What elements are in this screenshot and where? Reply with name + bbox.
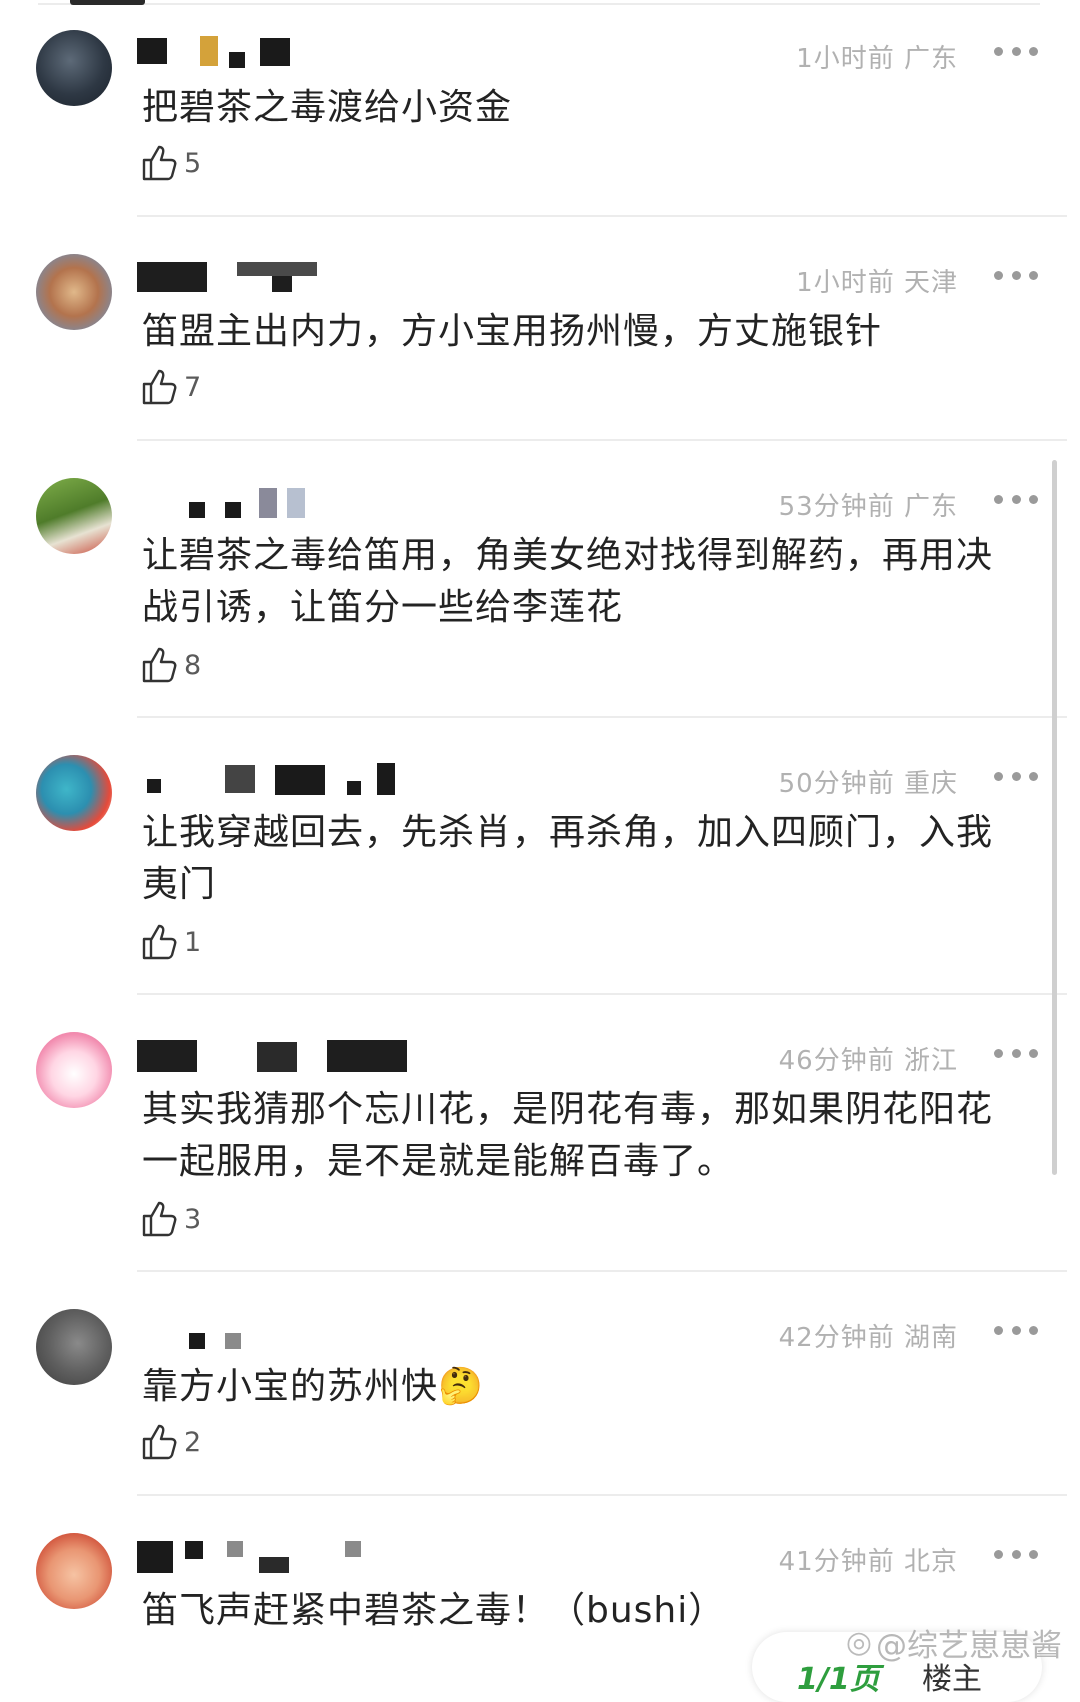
comment-meta: 41分钟前 北京	[779, 1541, 958, 1578]
avatar[interactable]	[36, 1309, 112, 1385]
like-count: 2	[184, 1426, 202, 1458]
more-icon[interactable]	[994, 268, 1038, 282]
comment-meta: 1小时前 天津	[796, 262, 958, 299]
divider	[137, 1270, 1067, 1272]
comment-text: 把碧茶之毒渡给小资金	[142, 87, 513, 128]
divider	[137, 1494, 1067, 1496]
username-pixelated[interactable]	[137, 482, 437, 522]
username-pixelated[interactable]	[137, 258, 437, 298]
like-count: 5	[184, 147, 202, 179]
avatar[interactable]	[36, 1533, 112, 1609]
thumbs-up-icon	[142, 647, 177, 683]
avatar[interactable]	[36, 755, 112, 831]
comment-text: 让碧茶之毒给笛用，角美女绝对找得到解药，再用决战引诱，让笛分一些给李莲花	[142, 535, 994, 628]
username-pixelated[interactable]	[137, 759, 437, 799]
divider	[137, 993, 1067, 995]
watermark-text: @综艺崽崽酱	[876, 1628, 1062, 1664]
comment-meta: 50分钟前 重庆	[779, 763, 958, 800]
like-button[interactable]: 7	[140, 367, 201, 407]
tab-indicator	[70, 0, 145, 5]
weibo-icon: ◎	[845, 1625, 872, 1660]
more-icon[interactable]	[994, 44, 1038, 58]
comment-location: 北京	[903, 1547, 958, 1577]
username-pixelated[interactable]	[137, 1036, 437, 1076]
comment-time: 42分钟前	[778, 1323, 895, 1353]
comment-time: 1小时前	[796, 44, 895, 74]
more-icon[interactable]	[994, 1046, 1038, 1060]
comment-location: 广东	[903, 492, 958, 522]
like-button[interactable]: 8	[140, 645, 201, 685]
comment-time: 1小时前	[796, 268, 895, 298]
more-icon[interactable]	[994, 1547, 1038, 1561]
like-count: 3	[184, 1203, 202, 1235]
more-icon[interactable]	[994, 769, 1038, 783]
thumbs-up-icon	[142, 369, 177, 405]
username-pixelated[interactable]	[137, 1537, 437, 1577]
divider	[137, 439, 1067, 441]
scrollbar[interactable]	[1052, 460, 1057, 1175]
thumbs-up-icon	[142, 924, 177, 960]
comment-time: 46分钟前	[778, 1046, 895, 1076]
username-pixelated[interactable]	[137, 1313, 437, 1353]
like-button[interactable]: 3	[140, 1199, 201, 1239]
comment-time: 41分钟前	[778, 1547, 895, 1577]
comment-text: 笛盟主出内力，方小宝用扬州慢，方丈施银针	[142, 311, 883, 352]
comment-meta: 53分钟前 广东	[779, 486, 958, 523]
divider	[137, 215, 1067, 217]
comment-text: 让我穿越回去，先杀肖，再杀角，加入四顾门，入我夷门	[142, 812, 994, 905]
like-button[interactable]: 1	[140, 922, 201, 962]
thumbs-up-icon	[142, 145, 177, 181]
comment-location: 广东	[903, 44, 958, 74]
more-icon[interactable]	[994, 1323, 1038, 1337]
comment-meta: 42分钟前 湖南	[779, 1317, 958, 1354]
comment-text: 其实我猜那个忘川花，是阴花有毒，那如果阴花阳花一起服用，是不是就是能解百毒了。	[142, 1089, 994, 1182]
watermark: ◎ @综艺崽崽酱	[846, 1620, 1062, 1665]
thumbs-up-icon	[142, 1201, 177, 1237]
comment-meta: 1小时前 广东	[796, 38, 958, 75]
top-divider	[38, 3, 1040, 5]
comment-location: 浙江	[903, 1046, 958, 1076]
thumbs-up-icon	[142, 1424, 177, 1460]
like-button[interactable]: 2	[140, 1422, 201, 1462]
comment-time: 50分钟前	[778, 769, 895, 799]
like-button[interactable]: 5	[140, 143, 201, 183]
comment-location: 重庆	[903, 769, 958, 799]
more-icon[interactable]	[994, 492, 1038, 506]
comment-location: 天津	[903, 268, 958, 298]
comment-time: 53分钟前	[778, 492, 895, 522]
comment-text: 靠方小宝的苏州快🤔	[142, 1366, 484, 1407]
like-count: 8	[184, 649, 202, 681]
comment-meta: 46分钟前 浙江	[779, 1040, 958, 1077]
avatar[interactable]	[36, 478, 112, 554]
avatar[interactable]	[36, 1032, 112, 1108]
avatar[interactable]	[36, 30, 112, 106]
like-count: 1	[184, 926, 202, 958]
divider	[137, 716, 1067, 718]
comment-location: 湖南	[903, 1323, 958, 1353]
avatar[interactable]	[36, 254, 112, 330]
like-count: 7	[184, 371, 202, 403]
username-pixelated[interactable]	[137, 34, 437, 74]
